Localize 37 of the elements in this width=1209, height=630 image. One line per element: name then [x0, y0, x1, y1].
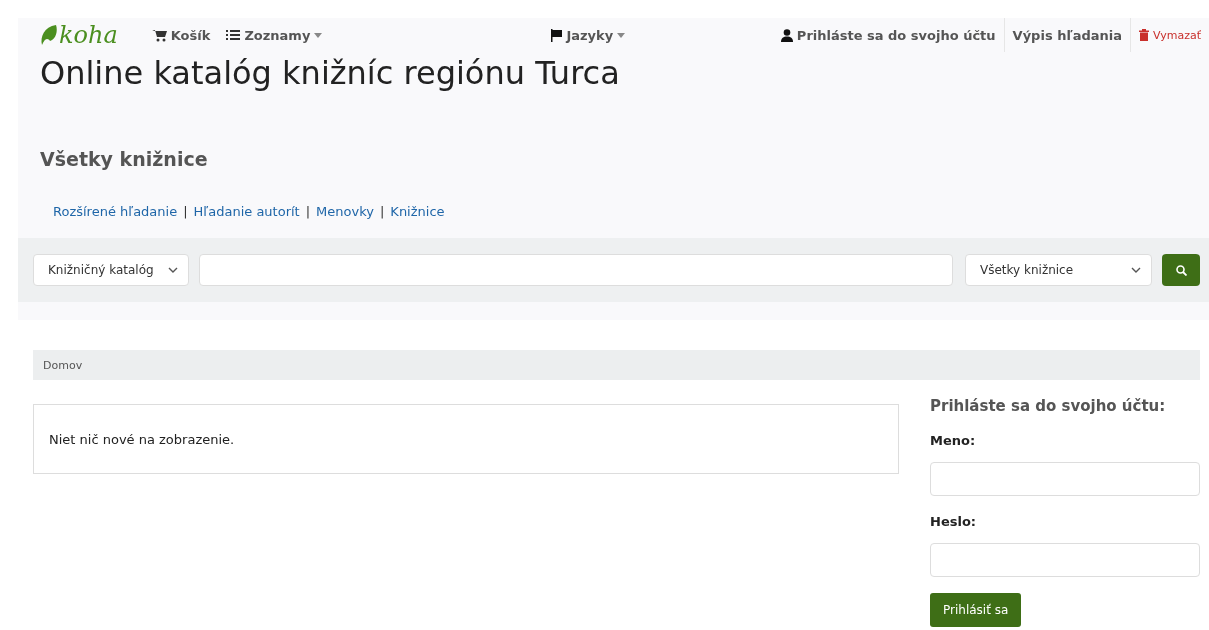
- list-icon: [226, 29, 241, 41]
- breadcrumb-link[interactable]: Domov: [43, 358, 83, 372]
- nav-link[interactable]: Rozšírené hľadanie: [53, 204, 178, 238]
- nav-link[interactable]: Výpis hľadania: [1003, 18, 1130, 52]
- nav-link[interactable]: Knižnice: [390, 204, 445, 238]
- nav-link[interactable]: Zoznamy: [226, 27, 323, 43]
- clear-link[interactable]: Vymazať: [1129, 18, 1209, 52]
- link-separator: |: [379, 204, 385, 221]
- chevron-icon: [167, 267, 178, 273]
- nav-link[interactable]: Jazyky: [550, 27, 626, 43]
- nav-link[interactable]: Hľadanie autorít: [193, 204, 300, 238]
- field-label: Meno:: [930, 433, 977, 448]
- nav-link[interactable]: Menovky: [316, 204, 374, 238]
- search-field[interactable]: [198, 254, 953, 286]
- field-label: Heslo:: [930, 514, 978, 529]
- input-field[interactable]: [930, 543, 1200, 577]
- input-field[interactable]: [930, 462, 1200, 496]
- page-title: Online katalóg knižníc regiónu Turca: [39, 53, 621, 94]
- library-select[interactable]: Všetky knižnice: [965, 254, 1152, 286]
- search-icon: [1175, 264, 1187, 276]
- leaf-icon: [40, 25, 58, 45]
- trash-icon: [1138, 29, 1149, 41]
- news-message: Niet nič nové na zobrazenie.: [33, 404, 899, 474]
- chevron-icon: [1131, 267, 1141, 273]
- nav-link[interactable]: Košík: [151, 27, 211, 43]
- nav-link[interactable]: Prihláste sa do svojho účtu: [772, 18, 1004, 52]
- login-heading: Prihláste sa do svojho účtu:: [930, 396, 1167, 415]
- cart-icon: [151, 28, 167, 42]
- link-separator: |: [183, 204, 188, 221]
- search-button[interactable]: [1162, 254, 1200, 286]
- catalog-select[interactable]: Knižničný katalóg: [33, 254, 189, 286]
- flag-icon: [550, 28, 563, 42]
- login-button[interactable]: Prihlásiť sa: [930, 593, 1022, 627]
- link-separator: |: [305, 204, 311, 221]
- user-icon: [780, 28, 793, 42]
- library-heading: Všetky knižnice: [39, 147, 209, 172]
- koha-logo[interactable]: koha: [40, 21, 118, 49]
